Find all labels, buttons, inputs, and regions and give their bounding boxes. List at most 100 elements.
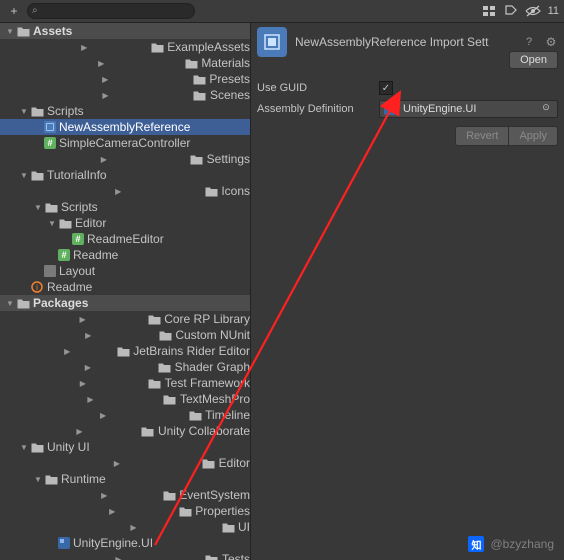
expand-arrow-icon[interactable] — [18, 443, 30, 452]
tree-row[interactable]: Unity UI — [0, 439, 250, 455]
tree-row[interactable]: Scripts — [0, 103, 250, 119]
tree-row[interactable]: iReadme — [0, 279, 250, 295]
tree-row[interactable]: EventSystem — [0, 487, 250, 503]
tree-row[interactable]: Layout — [0, 263, 250, 279]
expand-arrow-icon[interactable] — [46, 523, 221, 532]
expand-arrow-icon[interactable] — [4, 299, 16, 308]
tree-row[interactable]: Shader Graph — [0, 359, 250, 375]
tree-row[interactable]: Editor — [0, 455, 250, 471]
tree-item-label: Icons — [221, 184, 250, 198]
tree-row[interactable]: Core RP Library — [0, 311, 250, 327]
tree-row[interactable]: TextMeshPro — [0, 391, 250, 407]
tree-row[interactable]: JetBrains Rider Editor — [0, 343, 250, 359]
expand-arrow-icon[interactable] — [18, 379, 148, 388]
assembly-definition-field[interactable]: UnityEngine.UI ⊙ — [379, 100, 558, 118]
tree-row[interactable]: Settings — [0, 151, 250, 167]
expand-arrow-icon[interactable] — [46, 507, 178, 516]
expand-arrow-icon[interactable] — [18, 43, 150, 52]
use-guid-label: Use GUID — [257, 82, 379, 94]
tree-item-label: UI — [238, 520, 250, 534]
tree-row[interactable]: Scenes — [0, 87, 250, 103]
expand-arrow-icon[interactable] — [18, 107, 30, 116]
create-icon[interactable]: + — [5, 2, 23, 20]
open-button[interactable]: Open — [509, 51, 558, 69]
tree-row[interactable]: TutorialInfo — [0, 167, 250, 183]
tree-row[interactable]: UnityEngine.UI — [0, 535, 250, 551]
expand-arrow-icon[interactable] — [46, 219, 58, 228]
tree-row[interactable]: Icons — [0, 183, 250, 199]
expand-arrow-icon[interactable] — [32, 555, 205, 560]
tree-row[interactable]: Runtime — [0, 471, 250, 487]
use-guid-checkbox[interactable]: ✓ — [379, 81, 393, 95]
folder-icon — [16, 24, 30, 38]
tree-row[interactable]: NewAssemblyReference — [0, 119, 250, 135]
expand-arrow-icon[interactable] — [18, 331, 158, 340]
revert-button[interactable]: Revert — [455, 126, 509, 146]
tree-row[interactable]: Custom NUnit — [0, 327, 250, 343]
tree-item-label: Settings — [207, 152, 250, 166]
apply-button[interactable]: Apply — [509, 126, 558, 146]
expand-arrow-icon[interactable] — [32, 475, 44, 484]
folder-icon — [30, 168, 44, 182]
folder-icon — [141, 424, 155, 438]
tree-item-label: Shader Graph — [175, 360, 250, 374]
folder-icon — [58, 216, 72, 230]
tree-item-label: NewAssemblyReference — [59, 120, 190, 134]
object-picker-icon[interactable]: ⊙ — [539, 102, 553, 116]
project-tree-panel: AssetsExampleAssetsMaterialsPresetsScene… — [0, 23, 251, 560]
expand-arrow-icon[interactable] — [46, 491, 162, 500]
filter-by-label-icon[interactable] — [502, 2, 520, 20]
folder-icon — [184, 56, 198, 70]
tree-item-label: Custom NUnit — [175, 328, 250, 342]
csharp-script-icon: # — [44, 137, 56, 149]
tree-row[interactable]: Materials — [0, 55, 250, 71]
filter-by-type-icon[interactable] — [480, 2, 498, 20]
tree-row[interactable]: Tests — [0, 551, 250, 560]
help-icon[interactable]: ? — [522, 36, 536, 48]
tree-row[interactable]: Unity Collaborate — [0, 423, 250, 439]
expand-arrow-icon[interactable] — [32, 187, 204, 196]
search-wrap: ⌕ — [27, 3, 195, 19]
search-input[interactable] — [27, 3, 195, 19]
expand-arrow-icon[interactable] — [18, 395, 163, 404]
tree-row[interactable]: Timeline — [0, 407, 250, 423]
tree-item-label: ReadmeEditor — [87, 232, 164, 246]
expand-arrow-icon[interactable] — [18, 427, 141, 436]
tree-item-label: TutorialInfo — [47, 168, 107, 182]
expand-arrow-icon[interactable] — [18, 59, 184, 68]
tree-row[interactable]: Scripts — [0, 199, 250, 215]
expand-arrow-icon[interactable] — [18, 75, 192, 84]
expand-arrow-icon[interactable] — [32, 459, 202, 468]
tree-row[interactable]: Test Framework — [0, 375, 250, 391]
tree-row[interactable]: Editor — [0, 215, 250, 231]
assets-header-row[interactable]: Assets — [0, 23, 250, 39]
expand-arrow-icon[interactable] — [18, 171, 30, 180]
expand-arrow-icon[interactable] — [18, 411, 188, 420]
expand-arrow-icon[interactable] — [18, 315, 147, 324]
tree-item-label: Unity Collaborate — [158, 424, 250, 438]
expand-arrow-icon[interactable] — [18, 347, 116, 356]
tree-item-label: EventSystem — [179, 488, 250, 502]
svg-text:i: i — [36, 283, 38, 292]
tree-row[interactable]: #Readme — [0, 247, 250, 263]
tree-row[interactable]: ExampleAssets — [0, 39, 250, 55]
tree-row[interactable]: UI — [0, 519, 250, 535]
layout-icon — [44, 265, 56, 277]
hidden-visibility-icon[interactable] — [524, 2, 542, 20]
tree-row[interactable]: Presets — [0, 71, 250, 87]
tree-item-label: Tests — [222, 552, 250, 560]
tree-row[interactable]: #SimpleCameraController — [0, 135, 250, 151]
tree-item-label: Core RP Library — [164, 312, 250, 326]
folder-icon — [116, 344, 130, 358]
packages-header-row[interactable]: Packages — [0, 295, 250, 311]
expand-arrow-icon[interactable] — [18, 155, 190, 164]
expand-arrow-icon[interactable] — [18, 363, 158, 372]
expand-arrow-icon[interactable] — [32, 203, 44, 212]
hidden-count: 11 — [548, 5, 559, 17]
tree-row[interactable]: Properties — [0, 503, 250, 519]
tree-row[interactable]: #ReadmeEditor — [0, 231, 250, 247]
gear-icon[interactable]: ⚙ — [544, 35, 558, 49]
tree-item-label: Test Framework — [165, 376, 250, 390]
expand-arrow-icon[interactable] — [4, 27, 16, 36]
expand-arrow-icon[interactable] — [18, 91, 193, 100]
